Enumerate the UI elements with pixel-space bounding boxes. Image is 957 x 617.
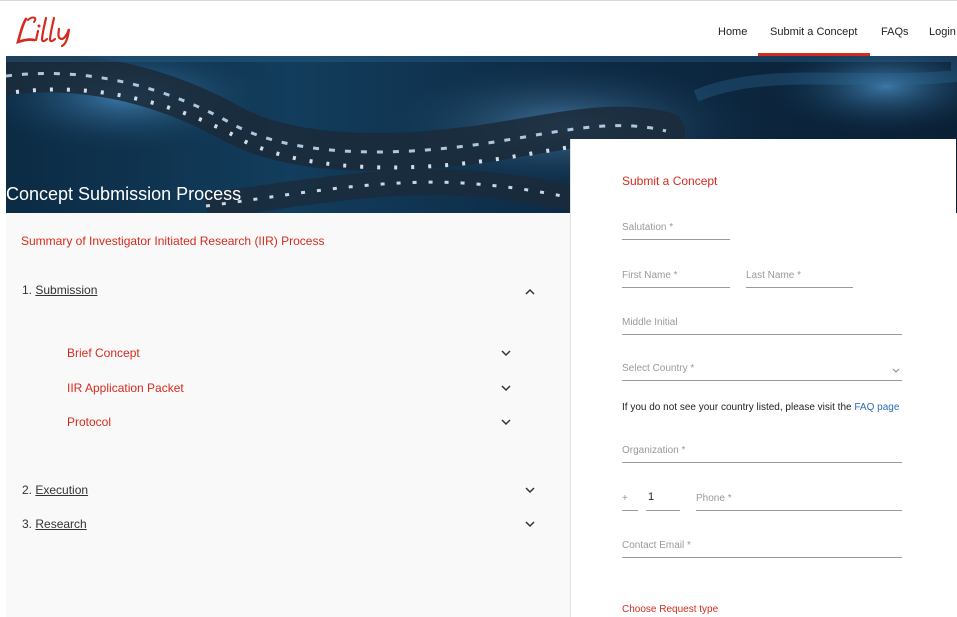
nav-login[interactable]: Login (929, 26, 956, 38)
organization-field[interactable]: Organization * (622, 443, 902, 463)
request-type-title: Choose Request type (622, 604, 719, 615)
country-note-text: If you do not see your country listed, p… (622, 402, 852, 413)
last-name-placeholder: Last Name * (746, 270, 802, 281)
middle-initial-field[interactable]: Middle Initial (622, 315, 902, 335)
middle-initial-placeholder: Middle Initial (622, 317, 678, 328)
hero-title: Concept Submission Process (6, 184, 242, 204)
subsection-iir-application-packet[interactable]: IIR Application Packet (67, 381, 184, 395)
country-note: If you do not see your country listed, p… (622, 400, 907, 415)
chevron-down-icon[interactable] (525, 521, 535, 528)
section-number: 1. (22, 283, 33, 297)
nav-faqs[interactable]: FAQs (881, 26, 909, 38)
section-number: 2. (22, 483, 33, 497)
phone-prefix-symbol: + (622, 493, 628, 504)
salutation-field[interactable]: Salutation * (622, 220, 730, 240)
subsection-brief-concept[interactable]: Brief Concept (67, 346, 140, 360)
contact-email-field[interactable]: Contact Email * (622, 538, 902, 558)
country-placeholder: Select Country * (622, 363, 695, 374)
chevron-down-icon[interactable] (525, 487, 535, 494)
country-select[interactable]: Select Country * (622, 361, 902, 381)
chevron-down-icon (892, 368, 900, 373)
nav-submit-a-concept[interactable]: Submit a Concept (770, 26, 857, 38)
lilly-logo[interactable] (12, 13, 84, 47)
salutation-placeholder: Salutation * (622, 222, 674, 233)
phone-field[interactable]: Phone * (696, 491, 902, 511)
chevron-up-icon[interactable] (525, 288, 535, 295)
phone-country-code-field[interactable]: 1 (646, 491, 680, 511)
nav-home[interactable]: Home (718, 26, 747, 38)
phone-placeholder: Phone * (696, 493, 732, 504)
last-name-field[interactable]: Last Name * (746, 268, 853, 288)
section-label-research[interactable]: Research (35, 517, 86, 531)
phone-country-code-value: 1 (648, 491, 655, 503)
contact-email-placeholder: Contact Email * (622, 540, 691, 551)
section-execution[interactable]: 2. Execution (22, 483, 88, 497)
chevron-down-icon[interactable] (501, 385, 511, 392)
form-title: Submit a Concept (622, 174, 718, 188)
first-name-field[interactable]: First Name * (622, 268, 730, 288)
section-research[interactable]: 3. Research (22, 517, 87, 531)
section-submission[interactable]: 1. Submission (22, 283, 97, 297)
chevron-down-icon[interactable] (501, 419, 511, 426)
summary-title: Summary of Investigator Initiated Resear… (21, 234, 325, 248)
organization-placeholder: Organization * (622, 445, 686, 456)
section-label-submission[interactable]: Submission (35, 283, 97, 297)
section-label-execution[interactable]: Execution (35, 483, 88, 497)
top-navigation: Home Submit a Concept FAQs Login (0, 0, 957, 56)
first-name-placeholder: First Name * (622, 270, 678, 281)
phone-prefix: + (622, 491, 638, 511)
section-number: 3. (22, 517, 33, 531)
chevron-down-icon[interactable] (501, 350, 511, 357)
faq-page-link[interactable]: FAQ page (854, 402, 899, 413)
subsection-protocol[interactable]: Protocol (67, 415, 111, 429)
